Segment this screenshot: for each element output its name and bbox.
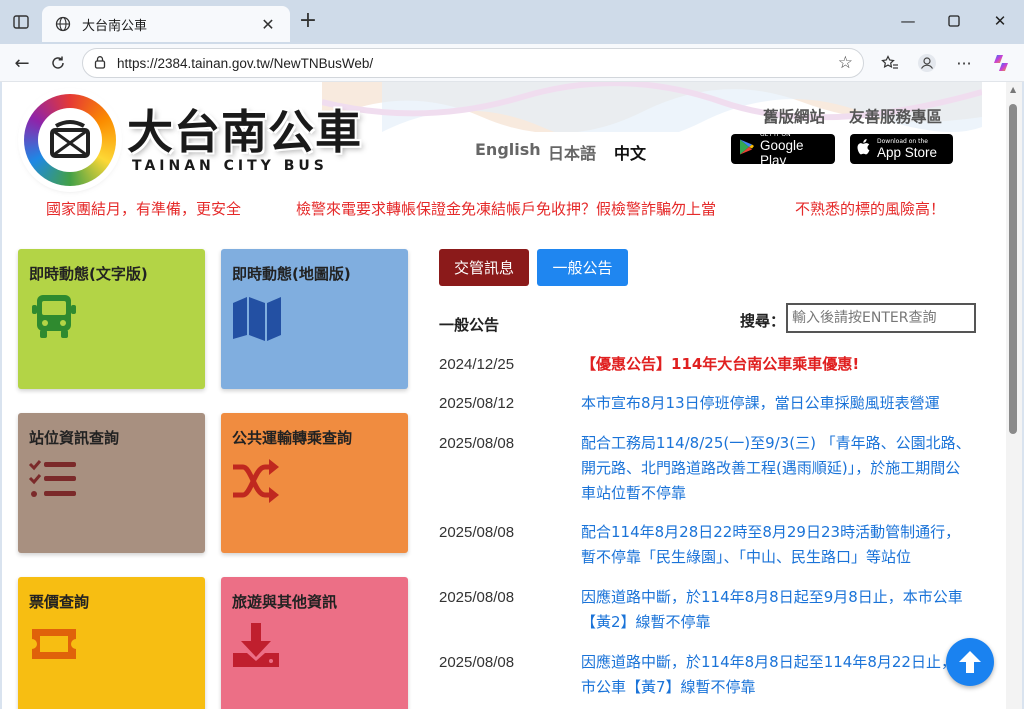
download-icon — [233, 623, 279, 667]
tile-stop-info[interactable]: 站位資訊查詢 — [18, 413, 205, 553]
new-tab-icon[interactable]: + — [296, 10, 320, 34]
app-store-small-text: Download on the — [877, 138, 928, 145]
address-bar[interactable]: https://2384.tainan.gov.tw/NewTNBusWeb/ … — [82, 48, 864, 78]
apple-icon — [856, 138, 872, 161]
tile-label: 即時動態(地圖版) — [232, 265, 351, 283]
map-icon — [233, 297, 281, 341]
google-play-label: Google Play — [760, 137, 804, 168]
news-title-link[interactable]: 因應道路中斷，於114年8月8日起至114年8月22日止，本市公車【黃7】線暫不… — [581, 650, 975, 700]
arrow-up-icon — [959, 651, 981, 673]
tile-transfer-query[interactable]: 公共運輸轉乘查詢 — [221, 413, 408, 553]
copilot-icon[interactable] — [987, 50, 1015, 76]
logo-title: 大台南公車 — [127, 105, 362, 159]
news-title-link[interactable]: 配合工務局114/8/25(一)至9/3(三) 「青年路、公園北路、開元路、北門… — [581, 431, 975, 506]
scroll-up-arrow-icon[interactable]: ▲ — [1010, 85, 1016, 94]
ticker-item[interactable]: 檢警來電要求轉帳保證金免凍結帳戶免收押？假檢警詐騙勿上當 — [296, 198, 716, 219]
tile-travel-info[interactable]: 旅遊與其他資訊 — [221, 577, 408, 709]
search-input[interactable] — [786, 303, 976, 333]
logo-subtitle: TAINAN CITY BUS — [132, 158, 328, 174]
site-logo[interactable]: 大台南公車 TAINAN CITY BUS — [24, 94, 364, 186]
url-text[interactable]: https://2384.tainan.gov.tw/NewTNBusWeb/ — [117, 56, 838, 71]
tab-title: 大台南公車 — [82, 18, 148, 34]
browser-tab[interactable]: 大台南公車 ✕ — [42, 6, 290, 42]
profile-avatar-icon[interactable] — [913, 50, 941, 76]
browser-navbar: ← https://2384.tainan.gov.tw/NewTNBusWeb… — [0, 44, 1024, 82]
lang-chinese[interactable]: 中文 — [614, 140, 646, 164]
lang-english[interactable]: English — [475, 140, 541, 159]
friendly-service-link[interactable]: 友善服務專區 — [849, 105, 942, 127]
browser-titlebar: 大台南公車 ✕ + — ✕ — [0, 0, 1024, 44]
search-label: 搜尋： — [740, 312, 786, 330]
ticket-icon — [32, 629, 76, 659]
scrollbar-thumb[interactable] — [1009, 104, 1017, 434]
tab-traffic-notices[interactable]: 交管訊息 — [439, 249, 529, 286]
news-date: 2025/08/08 — [439, 435, 515, 452]
back-to-top-button[interactable] — [946, 638, 994, 686]
globe-icon — [54, 15, 72, 33]
close-window-icon[interactable]: ✕ — [980, 8, 1020, 34]
ticker-item[interactable]: 國家團結月，有準備，更安全 — [46, 198, 241, 219]
checklist-icon — [28, 460, 76, 497]
google-play-button[interactable]: GET IT ON Google Play — [731, 130, 835, 168]
more-options-icon[interactable]: ··· — [950, 50, 978, 76]
tile-label: 站位資訊查詢 — [29, 429, 120, 447]
minimize-icon[interactable]: — — [888, 8, 928, 34]
web-page: 大台南公車 TAINAN CITY BUS English 日本語 中文 舊版網… — [2, 82, 1006, 709]
news-date: 2025/08/08 — [439, 524, 515, 541]
tile-label: 旅遊與其他資訊 — [232, 593, 338, 611]
google-play-icon — [737, 138, 755, 161]
news-title-link[interactable]: 因應道路中斷，於114年8月8日起至9月8日止，本市公車【黃2】線暫不停靠 — [581, 585, 975, 635]
tile-label: 公共運輸轉乘查詢 — [232, 429, 353, 447]
refresh-icon[interactable] — [44, 50, 72, 76]
tile-label: 即時動態(文字版) — [29, 265, 148, 283]
news-ticker: 國家團結月，有準備，更安全 檢警來電要求轉帳保證金免凍結帳戶免收押？假檢警詐騙勿… — [2, 194, 1006, 222]
news-date: 2024/12/25 — [439, 356, 515, 373]
tile-fare-query[interactable]: 票價查詢 — [18, 577, 205, 709]
news-title-link[interactable]: 本市宣布8月13日停班停課，當日公車採颱風班表營運 — [581, 391, 975, 416]
close-tab-icon[interactable]: ✕ — [258, 15, 278, 34]
shuffle-icon — [233, 459, 279, 503]
news-date: 2025/08/08 — [439, 589, 515, 606]
news-date: 2025/08/08 — [439, 654, 515, 671]
maximize-icon[interactable] — [934, 8, 974, 34]
back-icon[interactable]: ← — [8, 50, 36, 76]
ticker-item[interactable]: 不熟悉的標的風險高！ — [795, 198, 945, 219]
lang-japanese[interactable]: 日本語 — [548, 140, 596, 164]
news-date: 2025/08/12 — [439, 395, 515, 412]
lock-icon[interactable] — [93, 54, 107, 73]
tab-general-notices[interactable]: 一般公告 — [537, 249, 628, 286]
news-title-link[interactable]: 【優惠公告】114年大台南公車乘車優惠! — [581, 352, 975, 377]
old-site-link[interactable]: 舊版網站 — [763, 105, 825, 127]
logo-emblem — [24, 94, 116, 186]
bus-icon — [32, 295, 76, 338]
app-store-button[interactable]: Download on the App Store — [850, 134, 953, 164]
google-play-small-text: GET IT ON — [760, 130, 791, 138]
news-title-link[interactable]: 配合114年8月28日22時至8月29日23時活動管制通行，暫不停靠「民生綠園」… — [581, 520, 975, 570]
app-store-label: App Store — [877, 145, 938, 160]
sidebar-toggle-icon[interactable] — [10, 11, 32, 33]
tile-realtime-text[interactable]: 即時動態(文字版) — [18, 249, 205, 389]
section-title: 一般公告 — [439, 316, 500, 334]
favorite-star-icon[interactable]: ☆ — [838, 53, 853, 73]
favorites-icon[interactable] — [876, 50, 904, 76]
tile-label: 票價查詢 — [29, 593, 90, 611]
tile-realtime-map[interactable]: 即時動態(地圖版) — [221, 249, 408, 389]
